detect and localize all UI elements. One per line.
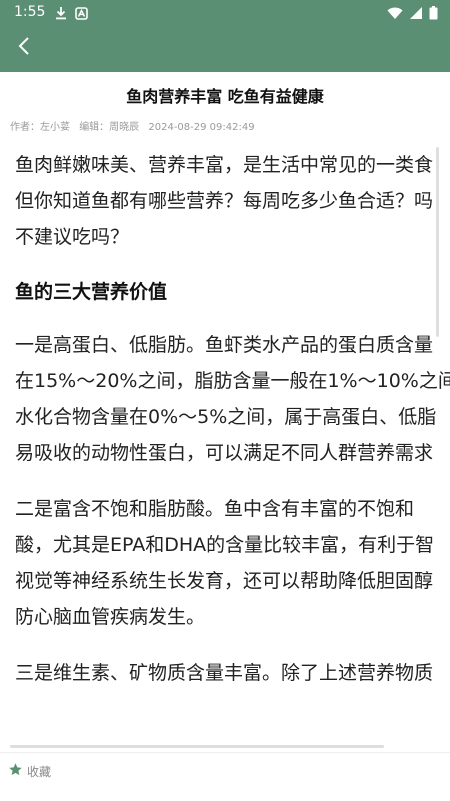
status-time: 1:55 [14,4,46,20]
status-left-icons [55,5,88,24]
text-line: 一是高蛋白、低脂肪。鱼虾类水产品的蛋白质含量 [15,334,434,356]
paragraph-intro: 鱼肉鲜嫩味美、营养丰富，是生活中常见的一类食 但你知道鱼都有哪些营养？每周吃多少… [15,147,450,255]
article-meta: 作者：左小荽 编辑：周晓辰 2024-08-29 09:42:49 [10,121,261,135]
text-line: 易吸收的动物性蛋白，可以满足不同人群营养需求 [15,442,434,464]
text-line: 水化合物含量在0%～5%之间，属于高蛋白、低脂 [15,406,437,428]
chevron-left-icon [17,36,31,60]
favorite-label: 收藏 [27,764,52,779]
status-bar: 1:55 [0,0,450,24]
text-line: 酸，尤其是EPA和DHA的含量比较丰富，有利于智 [15,534,435,556]
text-line: 但你知道鱼都有哪些营养？每周吃多少鱼合适？吗 [15,190,434,212]
text-line: 防心脑血管疾病发生。 [15,606,206,628]
text-line: 在15%～20%之间，脂肪含量一般在1%～10%之间 [15,370,450,392]
article-title: 鱼肉营养丰富 吃鱼有益健康 [126,87,324,106]
signal-icon [409,5,423,24]
editor: 编辑：周晓辰 [79,122,140,133]
back-button[interactable] [6,30,42,66]
text-line: 二是富含不饱和脂肪酸。鱼中含有丰富的不饱和 [15,498,415,520]
author: 作者：左小荽 [10,122,70,133]
app-bar [0,24,450,72]
app-notification-icon [75,5,88,24]
wifi-icon [387,5,403,24]
article-content[interactable]: 鱼肉鲜嫩味美、营养丰富，是生活中常见的一类食 但你知道鱼都有哪些营养？每周吃多少… [15,147,450,745]
battery-icon [429,5,438,24]
section-heading: 鱼的三大营养价值 [15,281,168,303]
download-icon [55,5,67,24]
paragraph-3: 三是维生素、矿物质含量丰富。除了上述营养物质 [15,655,450,691]
text-line: 不建议吃吗？ [15,226,130,248]
star-icon [8,762,23,781]
horizontal-scrollbar[interactable] [10,745,384,748]
text-line: 三是维生素、矿物质含量丰富。除了上述营养物质 [15,662,434,684]
vertical-scrollbar[interactable] [436,147,439,337]
bottom-bar: 收藏 [0,752,450,801]
favorite-button[interactable]: 收藏 [8,761,51,781]
publish-datetime: 2024-08-29 09:42:49 [148,122,255,133]
paragraph-2: 二是富含不饱和脂肪酸。鱼中含有丰富的不饱和 酸，尤其是EPA和DHA的含量比较丰… [15,491,450,635]
text-line: 视觉等神经系统生长发育，还可以帮助降低胆固醇 [15,570,434,592]
status-right-icons [387,5,438,24]
paragraph-1: 一是高蛋白、低脂肪。鱼虾类水产品的蛋白质含量 在15%～20%之间，脂肪含量一般… [15,327,450,471]
text-line: 鱼肉鲜嫩味美、营养丰富，是生活中常见的一类食 [15,154,434,176]
